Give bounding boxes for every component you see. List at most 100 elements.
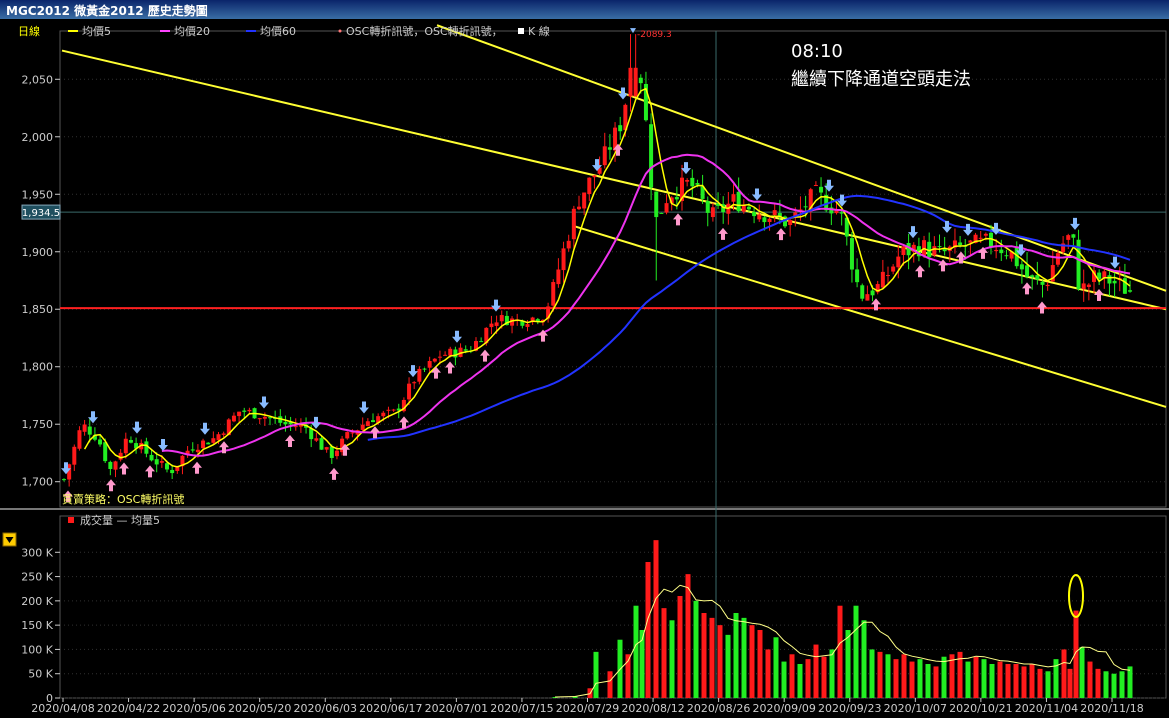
volume-bar [757,630,763,698]
volume-bar [797,664,803,698]
volume-bar [933,666,939,698]
volume-bar [829,649,835,698]
volume-bar [749,625,755,698]
volume-tick-label: 250 K [21,571,53,584]
annotation-time: 08:10 [791,41,843,62]
volume-bar [709,617,715,698]
volume-bar [669,620,675,698]
volume-bar [741,617,747,698]
volume-bar [1029,664,1035,698]
volume-bar [653,540,659,698]
volume-bar [717,625,723,698]
volume-bar [1111,673,1117,698]
volume-bar [981,659,987,698]
volume-bar [925,664,931,698]
volume-bar [1005,664,1011,698]
date-tick-label: 2020/04/22 [97,702,160,715]
volume-bar [861,620,867,698]
volume-bar [853,605,859,698]
volume-bar [845,630,851,698]
price-volume-chart[interactable]: 2,050 2,000 1,950 1,900 1,850 1,800 1,750 1,700… [0,19,1169,718]
date-tick-label: 2020/10/07 [884,702,947,715]
volume-bar [1127,666,1133,698]
volume-bar [1013,664,1019,698]
legend-item: OSC轉折訊號，OSC轉折訊號， [338,24,503,38]
date-tick-label: 2020/11/18 [1080,702,1143,715]
date-tick-label: 2020/07/29 [556,702,619,715]
volume-bar [765,649,771,698]
date-tick-label: 2020/10/21 [949,702,1012,715]
volume-panel-collapse-button[interactable] [2,532,17,547]
volume-bar [909,661,915,698]
window-title: MGC2012 微黃金2012 歷史走勢圖 [6,4,208,18]
price-tick-label: 1,800 [22,361,54,374]
date-tick-label: 2020/05/20 [228,702,291,715]
date-tick-label: 2020/09/23 [818,702,881,715]
volume-bar [633,605,639,698]
date-tick-label: 2020/07/01 [425,702,488,715]
date-tick-label: 2020/07/15 [490,702,553,715]
volume-bar [685,574,691,698]
volume-bar [1021,666,1027,698]
volume-bar [733,613,739,698]
volume-bar [1079,647,1085,698]
volume-tick-label: 100 K [21,643,53,656]
legend-item: 日線 [18,24,40,38]
window-titlebar: MGC2012 微黃金2012 歷史走勢圖 [0,0,1169,19]
volume-bar [901,654,907,698]
volume-bar [989,664,995,698]
volume-bar [1087,661,1093,698]
price-tick-label: 1,950 [22,188,54,201]
legend-label: K 線 [528,24,550,38]
date-tick-label: 2020/09/09 [752,702,815,715]
volume-tick-label: 150 K [21,619,53,632]
volume-bar [1095,668,1101,698]
volume-bar [661,608,667,698]
legend-label: 均價20 [174,24,210,38]
volume-bar [965,661,971,698]
volume-bar [1045,671,1051,698]
volume-tick-label: 300 K [21,546,53,559]
volume-bar [773,637,779,698]
candle [860,283,865,302]
price-tick-label: 1,700 [22,476,54,489]
volume-bar [885,654,891,698]
volume-bar [805,659,811,698]
date-tick-label: 2020/06/03 [294,702,357,715]
volume-legend: 成交量 — 均量5 [68,513,160,527]
volume-bar [893,659,899,698]
volume-bar [877,651,883,698]
legend-label: 均價60 [260,24,296,38]
price-tick-label: 1,850 [22,303,54,316]
volume-bar [821,656,827,698]
candle [417,366,422,385]
high-value-label: -2089.3 [637,30,672,40]
date-tick-label: 2020/05/06 [162,702,225,715]
date-tick-label: 2020/11/04 [1015,702,1078,715]
volume-bar [1037,668,1043,698]
legend-label: 日線 [18,24,40,38]
date-tick-label: 2020/06/17 [359,702,422,715]
volume-bar [607,671,613,698]
price-tick-label: 1,900 [22,246,54,259]
price-tick-label: 2,050 [22,73,54,86]
volume-bar [645,562,651,698]
volume-bar [869,649,875,698]
legend-label: OSC轉折訊號，OSC轉折訊號， [346,24,503,38]
volume-tick-label: 200 K [21,595,53,608]
date-tick-label: 2020/08/26 [687,702,750,715]
price-tick-label: 2,000 [22,131,54,144]
volume-bar [781,661,787,698]
current-price-label: 1,934.5 [22,208,60,219]
volume-bar [701,613,707,698]
volume-bar [693,600,699,698]
volume-bar [837,605,843,698]
date-tick-label: 2020/04/08 [31,702,94,715]
annotation-note: 繼續下降通道空頭走法 [791,69,971,90]
volume-tick-label: 50 K [28,668,53,681]
volume-bar [1067,668,1073,698]
volume-bar [593,651,599,698]
volume-bar [997,661,1003,698]
volume-bar [813,644,819,698]
volume-bar [973,656,979,698]
